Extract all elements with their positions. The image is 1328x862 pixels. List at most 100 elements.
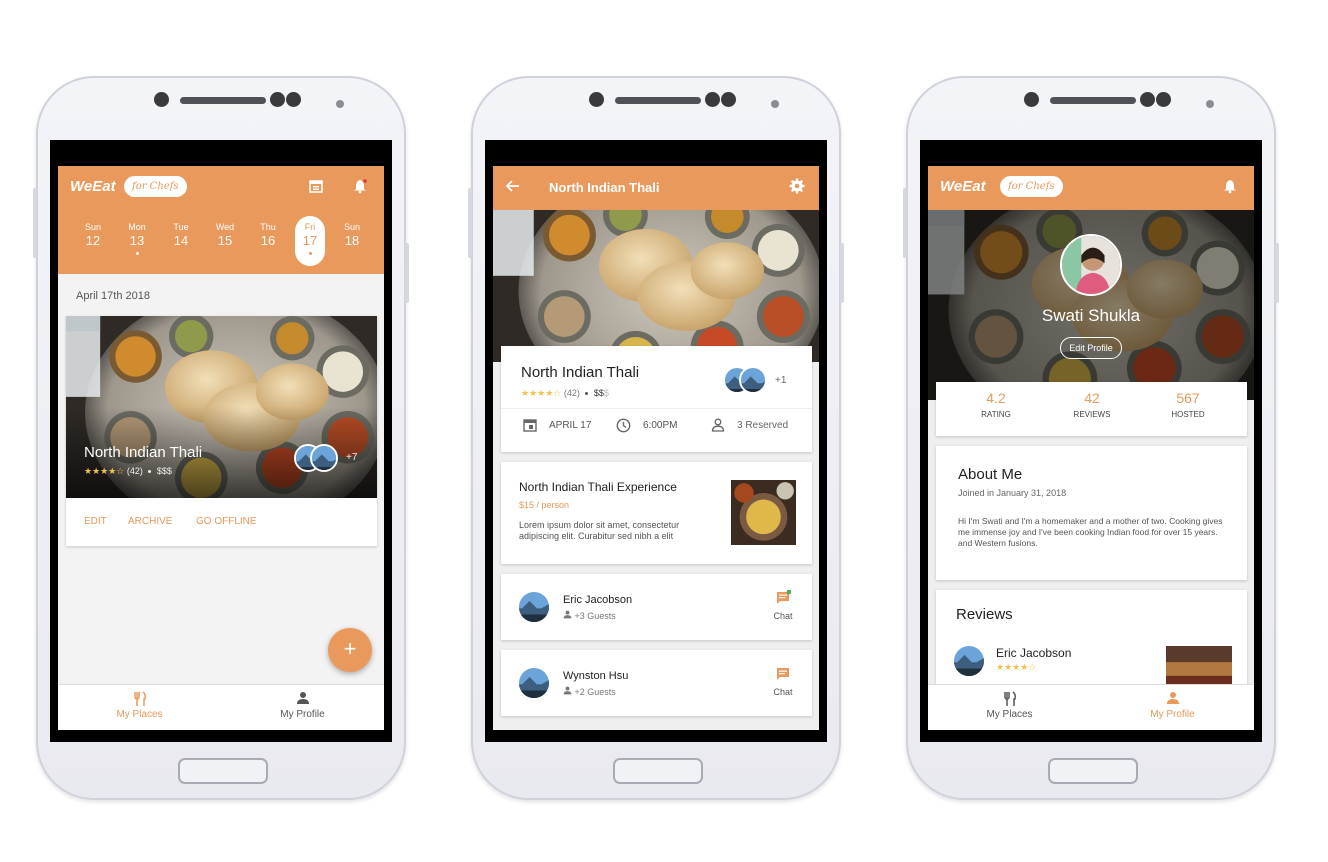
reviewer-avatar: [954, 646, 984, 676]
chat-icon: [777, 668, 789, 680]
experience-description: Lorem ipsum dolor sit amet, consectetur …: [519, 520, 680, 541]
calendar-icon[interactable]: [306, 178, 326, 198]
day-sun-18[interactable]: Sun 18: [337, 216, 367, 266]
app-bar: WeEat for Chefs: [58, 166, 384, 210]
guest-row[interactable]: Wynston Hsu +2 Guests Chat: [501, 650, 812, 716]
experience-photo: [731, 480, 796, 545]
reviewer-name: Eric Jacobson: [996, 646, 1072, 660]
guest-extra: +2 Guests: [563, 686, 616, 697]
day-name: Fri: [304, 222, 316, 232]
rating-stars: ★★★★☆: [521, 388, 562, 398]
for-chefs-badge: for Chefs: [1000, 176, 1063, 197]
app-bar: WeEat for Chefs: [928, 166, 1254, 210]
day-date: 17: [302, 233, 318, 248]
review-stars: ★★★★☆: [996, 662, 1037, 672]
screen-title: North Indian Thali: [549, 180, 660, 195]
edit-profile-button[interactable]: Edit Profile: [1060, 337, 1122, 359]
day-tue-14[interactable]: Tue 14: [166, 216, 196, 266]
dish-hero-photo: [493, 210, 819, 362]
experience-price: $15 / person: [519, 500, 570, 510]
speaker: [180, 97, 266, 104]
profile-cover-photo: Swati Shukla Edit Profile: [928, 210, 1254, 400]
sensor-dot: [705, 92, 720, 107]
day-name: Wed: [215, 222, 235, 232]
person-icon: [563, 686, 572, 695]
separator-dot: [148, 470, 152, 474]
add-place-fab[interactable]: +: [328, 628, 372, 672]
price-level: $$$: [156, 466, 172, 476]
fork-knife-icon: [58, 691, 221, 709]
day-thu-16[interactable]: Thu 16: [253, 216, 283, 266]
day-name: Mon: [128, 222, 146, 232]
place-title: North Indian Thali: [521, 364, 640, 381]
front-camera: [589, 92, 604, 107]
about-bio: Hi I'm Swati and I'm a homemaker and a m…: [958, 516, 1223, 548]
sensor-dot: [286, 92, 301, 107]
nav-my-profile[interactable]: My Profile: [1091, 685, 1254, 730]
screen: North Indian Thali North Indian Thali ★★…: [485, 140, 827, 742]
day-mon-13[interactable]: Mon 13: [122, 216, 152, 266]
event-date: APRIL 17: [549, 420, 592, 431]
bell-icon[interactable]: [1220, 178, 1240, 198]
place-meta: ★★★★☆ (42) $$$: [521, 388, 609, 399]
bell-icon[interactable]: [350, 178, 370, 198]
proximity-sensor: [336, 100, 344, 108]
speaker: [615, 97, 701, 104]
experience-card[interactable]: North Indian Thali Experience $15 / pers…: [501, 462, 812, 564]
go-offline-button[interactable]: GO OFFLINE: [196, 516, 257, 527]
clock-icon: [616, 418, 631, 438]
edit-button[interactable]: EDIT: [84, 516, 107, 527]
chat-label: Chat: [773, 687, 793, 697]
guest-extra: +3 Guests: [563, 610, 616, 621]
home-button[interactable]: [1048, 758, 1138, 784]
day-sun-12[interactable]: Sun 12: [78, 216, 108, 266]
place-photo: North Indian Thali ★★★★☆ (42) $$$ +7: [66, 316, 377, 498]
chat-button[interactable]: Chat: [765, 589, 801, 621]
stat-label: HOSTED: [1171, 410, 1205, 419]
separator-dot: [585, 392, 589, 396]
home-button[interactable]: [613, 758, 703, 784]
day-date: 18: [344, 233, 360, 248]
home-button[interactable]: [178, 758, 268, 784]
sensor-dot: [270, 92, 285, 107]
guest-row[interactable]: Eric Jacobson +3 Guests Chat: [501, 574, 812, 640]
app-logo: WeEat: [940, 178, 986, 195]
nav-my-places[interactable]: My Places: [58, 685, 221, 730]
day-date: 16: [260, 233, 276, 248]
nav-my-places[interactable]: My Places: [928, 685, 1091, 730]
guest-name: Eric Jacobson: [563, 594, 633, 606]
day-fri-17-selected[interactable]: Fri 17: [295, 216, 325, 266]
guest-extra-label: +3 Guests: [574, 611, 616, 621]
bottom-nav: My Places My Profile: [928, 684, 1254, 730]
review-count: (42): [563, 388, 580, 398]
nav-label: My Places: [116, 709, 163, 720]
guest-avatar: [739, 366, 767, 394]
place-summary-card: North Indian Thali ★★★★☆ (42) $$$ +1 APR…: [501, 346, 812, 452]
joined-date: Joined in January 31, 2018: [958, 488, 1067, 498]
guest-avatar: [310, 444, 338, 472]
archive-button[interactable]: ARCHIVE: [128, 516, 172, 527]
day-date: 14: [173, 233, 189, 248]
nav-my-profile[interactable]: My Profile: [221, 685, 384, 730]
app-my-profile: WeEat for Chefs Swati Shukla Edit Profil…: [928, 166, 1254, 730]
screen: WeEat for Chefs Swati Shukla Edit Profil…: [920, 140, 1262, 742]
profile-avatar: [1060, 234, 1122, 296]
guest-avatar: [519, 668, 549, 698]
price-level-dim: $: [603, 388, 609, 398]
front-camera: [1024, 92, 1039, 107]
arrow-back-icon[interactable]: [503, 178, 523, 198]
gear-icon[interactable]: [787, 178, 807, 198]
day-wed-15[interactable]: Wed 15: [210, 216, 240, 266]
for-chefs-badge: for Chefs: [124, 176, 187, 197]
day-name: Tue: [173, 222, 189, 232]
chat-button[interactable]: Chat: [765, 666, 801, 697]
stat-value: 567: [1176, 390, 1200, 406]
date-heading: April 17th 2018: [76, 290, 150, 302]
guests-more-count: +1: [775, 375, 787, 386]
about-me-card: About Me Joined in January 31, 2018 Hi I…: [936, 446, 1247, 580]
chat-icon: [777, 589, 792, 604]
front-camera: [154, 92, 169, 107]
event-time: 6:00PM: [643, 420, 678, 431]
place-card[interactable]: North Indian Thali ★★★★☆ (42) $$$ +7 EDI…: [66, 316, 377, 546]
guests-more-count: +7: [346, 452, 358, 463]
